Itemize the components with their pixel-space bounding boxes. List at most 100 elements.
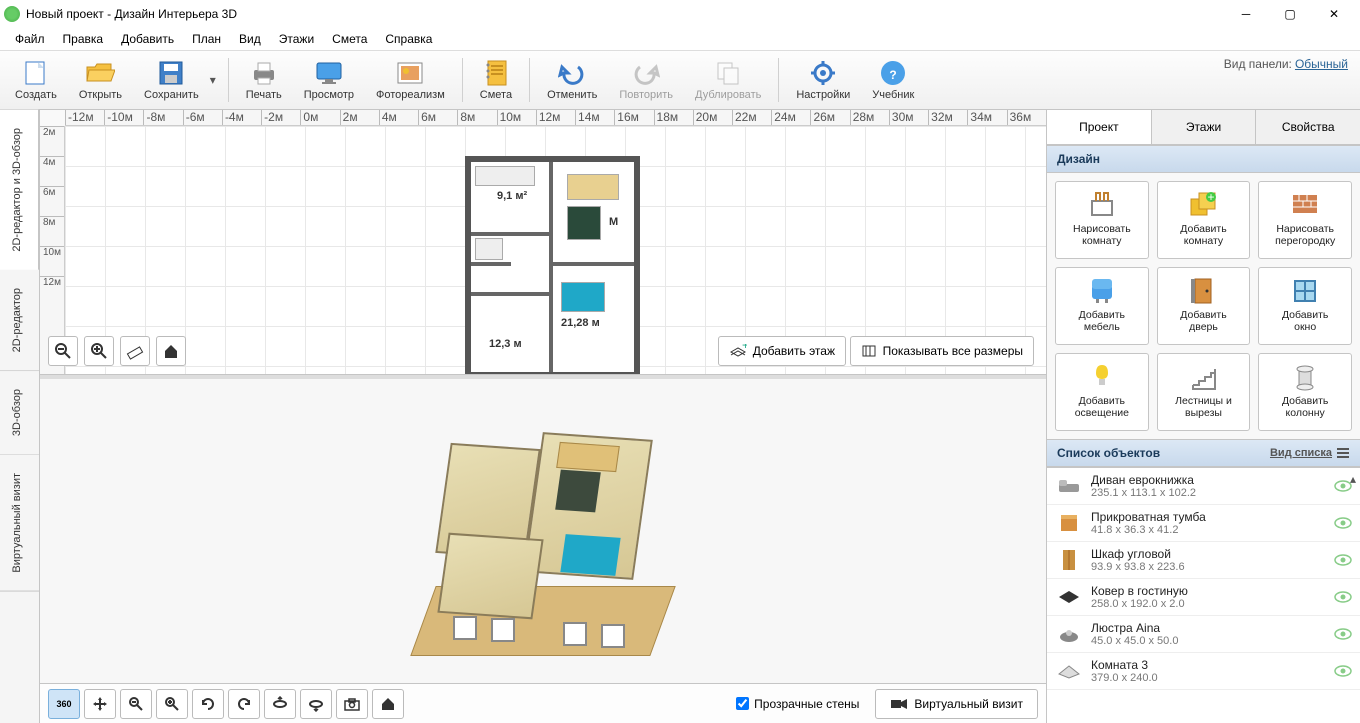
house-3d-model[interactable] (413, 416, 673, 666)
toolbar-create[interactable]: Создать (4, 52, 68, 108)
toolbar-redo[interactable]: Повторить (608, 52, 684, 108)
center-column: -12м-10м-8м-6м-4м-2м0м2м4м6м8м10м12м14м1… (40, 110, 1047, 723)
objects-list[interactable]: ▴ Диван еврокнижка235.1 x 113.1 x 102.2П… (1047, 467, 1360, 723)
gear-icon (808, 59, 838, 87)
tilt-up-button[interactable] (264, 689, 296, 719)
left-tabs: 2D-редактор и 3D-обзор 2D-редактор 3D-об… (0, 110, 40, 723)
object-row[interactable]: Ковер в гостиную258.0 x 192.0 x 2.0 (1047, 579, 1360, 616)
panel-mode: Вид панели: Обычный (1224, 57, 1348, 71)
ltab-3d[interactable]: 3D-обзор (0, 371, 39, 455)
toolbar-undo[interactable]: Отменить (536, 52, 608, 108)
design-card-6[interactable]: Добавитьосвещение (1055, 353, 1149, 431)
design-card-8[interactable]: Добавитьколонну (1258, 353, 1352, 431)
home-2d-button[interactable] (156, 336, 186, 366)
vp2d-tools (48, 336, 186, 366)
design-card-2[interactable]: Нарисоватьперегородку (1258, 181, 1352, 259)
maximize-button[interactable]: ▢ (1268, 0, 1312, 28)
ltab-2d-3d[interactable]: 2D-редактор и 3D-обзор (0, 110, 39, 270)
app-icon (4, 6, 20, 22)
rotate-right-button[interactable] (228, 689, 260, 719)
toolbar-print[interactable]: Печать (235, 52, 293, 108)
viewport-2d[interactable]: -12м-10м-8м-6м-4м-2м0м2м4м6м8м10м12м14м1… (40, 110, 1046, 375)
toolbar-preview[interactable]: Просмотр (293, 52, 365, 108)
object-row[interactable]: Диван еврокнижка235.1 x 113.1 x 102.2 (1047, 468, 1360, 505)
svg-text:?: ? (890, 68, 897, 82)
menu-view[interactable]: Вид (230, 29, 270, 49)
viewport-3d[interactable]: 360 Прозрачные стены Виртуальный визит (40, 379, 1046, 723)
toolbar-duplicate[interactable]: Дублировать (684, 52, 772, 108)
toolbar-estimate[interactable]: Смета (469, 52, 523, 108)
minimize-button[interactable]: ─ (1224, 0, 1268, 28)
close-button[interactable]: ✕ (1312, 0, 1356, 28)
svg-text:+: + (742, 344, 747, 352)
ltab-virtual[interactable]: Виртуальный визит (0, 455, 39, 592)
folder-open-icon (85, 59, 115, 87)
zoom-in-button[interactable] (84, 336, 114, 366)
rtab-floors[interactable]: Этажи (1152, 110, 1257, 144)
design-grid: Нарисоватькомнату+ДобавитькомнатуНарисов… (1047, 173, 1360, 439)
design-card-4[interactable]: Добавитьдверь (1157, 267, 1251, 345)
object-row[interactable]: Люстра Aina45.0 x 45.0 x 50.0 (1047, 616, 1360, 653)
menu-edit[interactable]: Правка (54, 29, 113, 49)
design-card-1[interactable]: +Добавитькомнату (1157, 181, 1251, 259)
visibility-icon[interactable] (1334, 517, 1352, 529)
main-toolbar: Создать Открыть Сохранить ▾ Печать Просм… (0, 50, 1360, 110)
design-card-7[interactable]: Лестницы ивырезы (1157, 353, 1251, 431)
undo-icon (557, 59, 587, 87)
snapshot-button[interactable] (336, 689, 368, 719)
window-title: Новый проект - Дизайн Интерьера 3D (26, 7, 1224, 21)
redo-icon (631, 59, 661, 87)
rtab-properties[interactable]: Свойства (1256, 110, 1360, 144)
design-card-3[interactable]: Добавитьмебель (1055, 267, 1149, 345)
zoom-in-3d-button[interactable] (156, 689, 188, 719)
add-floor-button[interactable]: + Добавить этаж (718, 336, 846, 366)
design-card-5[interactable]: Добавитьокно (1258, 267, 1352, 345)
menu-bar: Файл Правка Добавить План Вид Этажи Смет… (0, 28, 1360, 50)
virtual-visit-button[interactable]: Виртуальный визит (875, 689, 1038, 719)
toolbar-save-dropdown[interactable]: ▾ (210, 73, 222, 87)
scroll-up-icon[interactable]: ▴ (1350, 472, 1356, 486)
duplicate-icon (713, 59, 743, 87)
toolbar-save[interactable]: Сохранить (133, 52, 210, 108)
menu-plan[interactable]: План (183, 29, 230, 49)
show-sizes-button[interactable]: Показывать все размеры (850, 336, 1034, 366)
home-3d-button[interactable] (372, 689, 404, 719)
menu-estimate[interactable]: Смета (323, 29, 376, 49)
toolbar-tutorial[interactable]: ? Учебник (861, 52, 925, 108)
panel-mode-link[interactable]: Обычный (1295, 57, 1348, 71)
floor-plan[interactable]: 9,1 м² 12,3 м 21,28 м М (465, 156, 640, 375)
title-bar: Новый проект - Дизайн Интерьера 3D ─ ▢ ✕ (0, 0, 1360, 28)
zoom-out-button[interactable] (48, 336, 78, 366)
menu-help[interactable]: Справка (376, 29, 441, 49)
toolbar-photoreal[interactable]: Фотореализм (365, 52, 456, 108)
list-view-link[interactable]: Вид списка (1270, 447, 1332, 459)
object-row[interactable]: Шкаф угловой93.9 x 93.8 x 223.6 (1047, 542, 1360, 579)
menu-floors[interactable]: Этажи (270, 29, 323, 49)
printer-icon (249, 59, 279, 87)
visibility-icon[interactable] (1334, 554, 1352, 566)
rtab-project[interactable]: Проект (1047, 110, 1152, 144)
design-card-0[interactable]: Нарисоватькомнату (1055, 181, 1149, 259)
object-row[interactable]: Прикроватная тумба41.8 x 36.3 x 41.2 (1047, 505, 1360, 542)
zoom-out-3d-button[interactable] (120, 689, 152, 719)
visibility-icon[interactable] (1334, 628, 1352, 640)
menu-file[interactable]: Файл (6, 29, 54, 49)
ltab-2d[interactable]: 2D-редактор (0, 270, 39, 371)
pan-button[interactable] (84, 689, 116, 719)
rotate-left-button[interactable] (192, 689, 224, 719)
tilt-down-button[interactable] (300, 689, 332, 719)
right-panel: Проект Этажи Свойства Дизайн Нарисоватьк… (1047, 110, 1360, 723)
object-row[interactable]: Комната 3379.0 x 240.0 (1047, 653, 1360, 690)
ruler-horizontal: -12м-10м-8м-6м-4м-2м0м2м4м6м8м10м12м14м1… (65, 110, 1046, 126)
toolbar-open[interactable]: Открыть (68, 52, 133, 108)
toolbar-settings[interactable]: Настройки (785, 52, 861, 108)
transparent-walls-checkbox[interactable]: Прозрачные стены (736, 697, 859, 711)
objects-header: Список объектов Вид списка (1047, 439, 1360, 467)
menu-add[interactable]: Добавить (112, 29, 183, 49)
visibility-icon[interactable] (1334, 591, 1352, 603)
visibility-icon[interactable] (1334, 665, 1352, 677)
orbit-360-button[interactable]: 360 (48, 689, 80, 719)
measure-button[interactable] (120, 336, 150, 366)
vp3d-toolbar: 360 Прозрачные стены Виртуальный визит (40, 683, 1046, 723)
list-view-icon[interactable] (1336, 446, 1350, 460)
